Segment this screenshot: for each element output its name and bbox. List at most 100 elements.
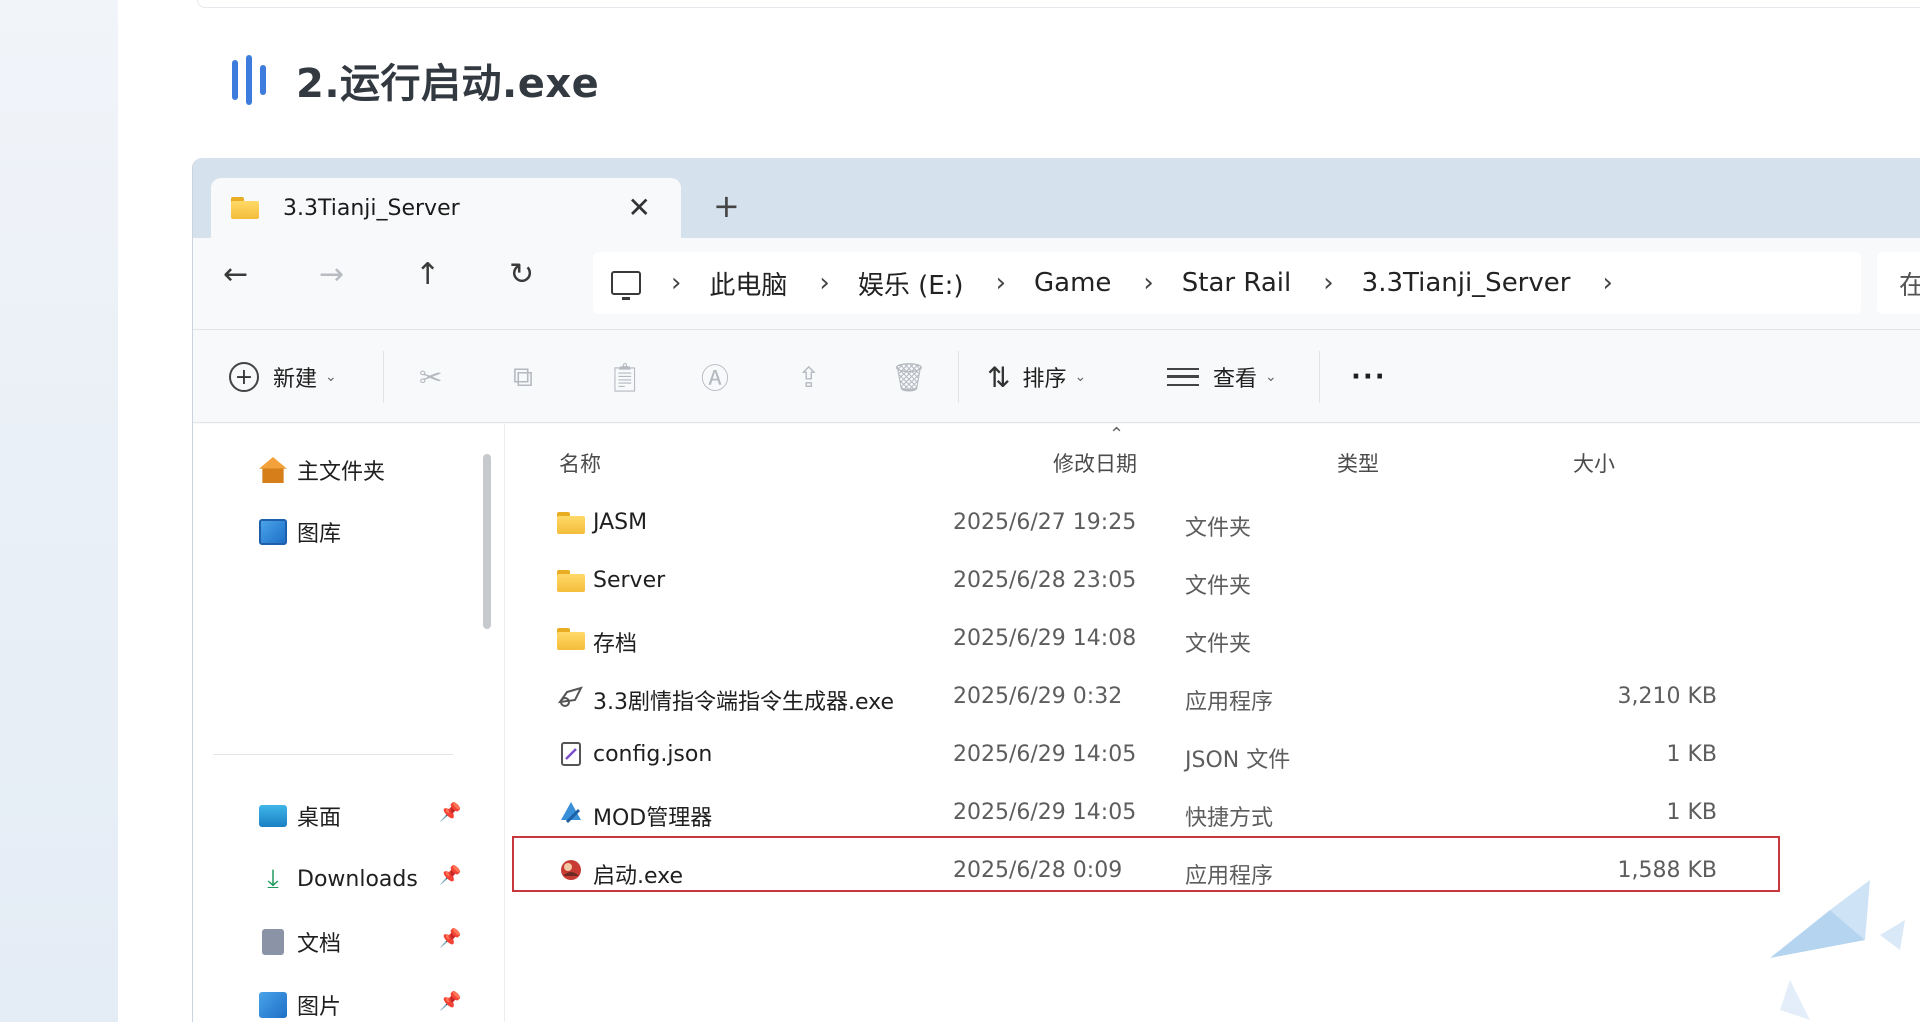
toolbar-divider [958,351,959,403]
sort-label: 排序 [1022,367,1067,392]
sidebar-item-home[interactable]: 主文件夹 [259,450,479,490]
file-name: 启动.exe [593,864,684,889]
forward-button[interactable]: → [319,260,344,290]
file-type: 快捷方式 [1185,806,1274,831]
sort-icon: ⇅ [987,360,1011,394]
pin-icon[interactable]: 📌 [439,802,461,823]
back-button[interactable]: ← [223,260,248,290]
download-icon: ⤓ [267,864,279,894]
file-type: 文件夹 [1185,632,1252,657]
copy-button[interactable]: ⧉ [513,331,533,423]
shortcut-icon [561,802,581,824]
sidebar-divider [213,754,453,755]
pin-icon[interactable]: 📌 [439,991,461,1012]
file-row-server[interactable]: Server 2025/6/28 23:05 文件夹 [523,554,1793,610]
breadcrumb-expand-chevron[interactable]: › [1602,268,1612,298]
file-type: 应用程序 [1185,690,1274,715]
column-header-name[interactable]: 名称 [559,448,601,478]
file-row-launcher-exe[interactable]: 启动.exe 2025/6/28 0:09 应用程序 1,588 KB [523,844,1793,900]
file-date: 2025/6/29 14:05 [953,742,1137,767]
more-icon: ··· [1351,362,1387,392]
file-name: 3.3剧情指令端指令生成器.exe [593,690,895,715]
file-size: 1 KB [1666,800,1717,825]
tab-3-3tianji-server[interactable]: 3.3Tianji_Server ✕ [211,178,681,238]
add-circle-icon: + [229,362,259,392]
breadcrumb-star-rail[interactable]: Star Rail [1182,268,1291,298]
breadcrumb-this-pc[interactable]: 此电脑 [709,265,787,302]
view-button[interactable]: 查看 ⌄ [1167,331,1277,423]
folder-icon [557,570,585,592]
breadcrumb-separator[interactable]: › [996,268,1006,298]
new-label: 新建 [273,367,318,392]
json-file-icon [561,742,581,766]
command-bar: + 新建 ⌄ ✂ ⧉ 📋︎ Ⓐ ⇪ 🗑︎ ⇅ 排序 ⌄ 查看 ⌄ ··· [193,331,1920,423]
breadcrumb-separator[interactable]: › [1143,268,1153,298]
file-name: Server [593,568,666,593]
exe-icon [557,686,583,707]
new-button[interactable]: + 新建 ⌄ [229,331,337,423]
column-header-date[interactable]: 修改日期 [1053,448,1137,478]
delete-button[interactable]: 🗑︎ [891,331,927,423]
sidebar-item-label: Downloads [297,866,418,892]
file-date: 2025/6/28 23:05 [953,568,1137,593]
heading-title: 2.运行启动.exe [296,61,600,107]
sort-button[interactable]: ⇅ 排序 ⌄ [987,331,1086,423]
up-button[interactable]: ↑ [415,260,440,290]
close-tab-icon[interactable]: ✕ [628,191,651,224]
breadcrumb-separator[interactable]: › [1323,268,1333,298]
share-button[interactable]: ⇪ [797,331,820,423]
breadcrumb-game[interactable]: Game [1034,268,1111,298]
file-row-command-generator-exe[interactable]: 3.3剧情指令端指令生成器.exe 2025/6/29 0:32 应用程序 3,… [523,670,1793,726]
new-tab-button[interactable]: + [713,190,740,222]
column-header-type[interactable]: 类型 [1337,448,1379,478]
pin-icon[interactable]: 📌 [439,865,461,886]
sidebar-item-label: 主文件夹 [297,460,386,485]
gallery-icon [259,519,287,545]
page-left-background [0,0,118,1022]
file-list: ⌃ 名称 修改日期 类型 大小 JASM 2025/6/27 19:25 文件夹… [509,424,1920,1022]
computer-icon[interactable] [611,271,641,300]
pin-icon[interactable]: 📌 [439,928,461,949]
chevron-down-icon: ⌄ [1265,369,1277,385]
sidebar-scrollbar[interactable] [483,454,491,629]
sidebar-item-label: 图片 [297,995,342,1020]
file-size: 1 KB [1666,742,1717,767]
previous-card-edge [197,0,1920,8]
trash-icon: 🗑︎ [891,360,927,394]
explorer-content: 主文件夹 图库 桌面 ⤓ Downloads 文档 图片 📌 📌 📌 📌 ⌃ 名… [193,424,1920,1022]
sidebar-item-gallery[interactable]: 图库 [259,512,479,552]
list-view-icon [1167,368,1199,386]
folder-icon [557,512,585,534]
file-type: JSON 文件 [1185,748,1291,773]
breadcrumb-3-3tianji-server[interactable]: 3.3Tianji_Server [1362,268,1571,298]
paste-button[interactable]: 📋︎ [607,331,643,423]
tab-bar: 3.3Tianji_Server ✕ + [193,158,1920,238]
address-bar[interactable]: › 此电脑 › 娱乐 (E:) › Game › Star Rail › 3.3… [593,252,1861,314]
column-header-size[interactable]: 大小 [1573,448,1615,478]
rename-icon: Ⓐ [701,362,730,395]
file-row-mod-manager[interactable]: MOD管理器 2025/6/29 14:05 快捷方式 1 KB [523,786,1793,842]
rename-button[interactable]: Ⓐ [701,331,729,423]
file-type: 文件夹 [1185,516,1252,541]
file-row-config-json[interactable]: config.json 2025/6/29 14:05 JSON 文件 1 KB [523,728,1793,784]
navigation-bar: ← → ↑ ↻ › 此电脑 › 娱乐 (E:) › Game › Star Ra… [193,238,1920,330]
breadcrumb-separator[interactable]: › [819,268,829,298]
more-options-button[interactable]: ··· [1351,331,1387,423]
file-date: 2025/6/27 19:25 [953,510,1137,535]
file-date: 2025/6/29 14:05 [953,800,1137,825]
view-label: 查看 [1213,367,1258,392]
sidebar-item-label: 图库 [297,522,342,547]
chevron-down-icon: ⌄ [1074,369,1087,385]
breadcrumb-drive-e[interactable]: 娱乐 (E:) [858,265,964,302]
search-input[interactable]: 在 [1877,252,1920,314]
decorative-shapes [1770,880,1905,1020]
home-icon [259,457,287,483]
file-row-jasm[interactable]: JASM 2025/6/27 19:25 文件夹 [523,496,1793,552]
refresh-button[interactable]: ↻ [509,260,534,290]
sidebar-item-label: 桌面 [297,806,342,831]
folder-icon [231,197,259,219]
breadcrumb-separator[interactable]: › [671,268,681,298]
file-type: 文件夹 [1185,574,1252,599]
file-row-saves[interactable]: 存档 2025/6/29 14:08 文件夹 [523,612,1793,668]
cut-button[interactable]: ✂ [419,331,442,423]
